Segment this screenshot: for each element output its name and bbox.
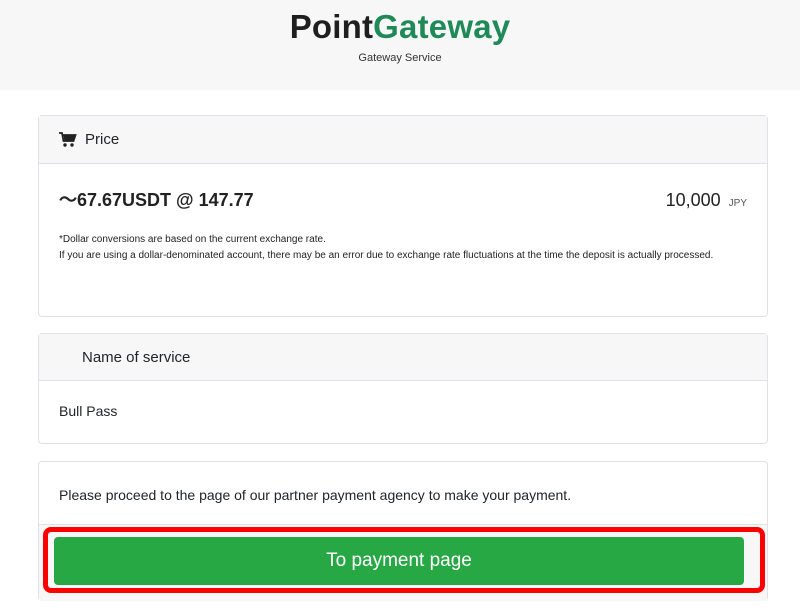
jpy-unit: JPY	[728, 198, 747, 209]
brand-part-gateway: Gateway	[373, 8, 511, 45]
payment-message: Please proceed to the page of our partne…	[59, 487, 572, 503]
to-payment-page-button[interactable]: To payment page	[54, 537, 744, 585]
payment-card-footer: To payment page	[39, 524, 767, 601]
service-card-header: Name of service	[39, 334, 767, 381]
price-card: Price ～67.67USDT @ 147.77 10,000 JPY *Dol…	[38, 115, 768, 317]
payment-card: Please proceed to the page of our partne…	[38, 461, 768, 601]
note-line-1: *Dollar conversions are based on the cur…	[59, 234, 326, 245]
brand-part-point: Point	[289, 8, 374, 45]
jpy-price: 10,000 JPY	[666, 190, 747, 211]
price-card-header: Price	[39, 116, 767, 164]
cart-icon	[59, 131, 77, 147]
exchange-rate-note: *Dollar conversions are based on the cur…	[39, 212, 767, 264]
brand-subtitle: Gateway Service	[358, 52, 442, 64]
price-card-title: Price	[85, 131, 120, 148]
service-name: Bull Pass	[59, 403, 118, 419]
jpy-amount: 10,000	[665, 190, 721, 210]
usdt-price: ～67.67USDT @ 147.77	[59, 190, 254, 210]
brand-logo: PointGateway	[0, 8, 800, 46]
note-line-2: If you are using a dollar-denominated ac…	[59, 250, 714, 261]
page-header: PointGateway Gateway Service	[0, 0, 800, 90]
service-card-title: Name of service	[82, 348, 191, 366]
service-card: Name of service Bull Pass	[38, 333, 768, 444]
price-row: ～67.67USDT @ 147.77 10,000 JPY	[39, 164, 767, 212]
